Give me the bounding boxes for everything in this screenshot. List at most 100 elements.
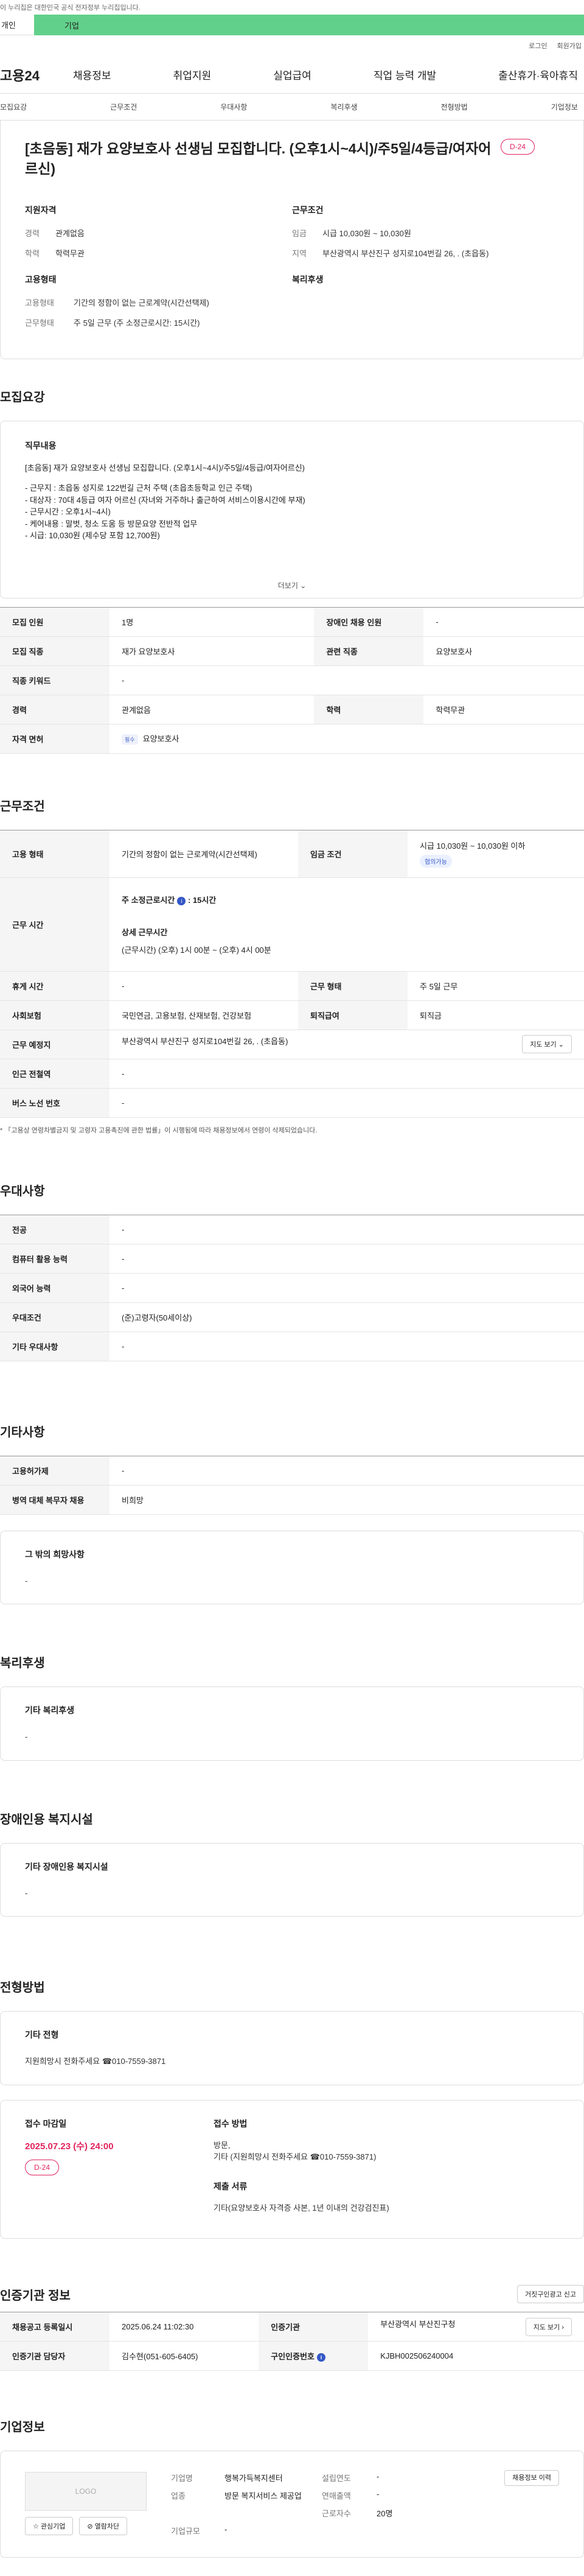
history-button[interactable]: 채용정보 이력 — [504, 2470, 559, 2487]
table-header: 채용공고 등록일시 — [0, 2312, 109, 2342]
etc-table: 고용허가제 - 병역 대체 복무자 채용 비희망 — [0, 1455, 584, 1515]
qual-value: 학력무관 — [55, 248, 85, 258]
box-title: 기타 장애인용 복지시설 — [25, 1861, 108, 1872]
section-prefer-title: 우대사항 — [0, 1184, 45, 1198]
table-header: 컴퓨터 활용 능력 — [0, 1244, 109, 1274]
table-cell: - — [109, 1214, 584, 1244]
box-title: 기타 복리후생 — [25, 1705, 75, 1716]
table-header: 외국어 능력 — [0, 1273, 109, 1303]
dday-badge: D-24 — [25, 2159, 60, 2175]
table-cell: - — [109, 1332, 584, 1361]
cond-value: 시급 10,030원 ~ 10,030원 — [322, 228, 411, 238]
welfare-heading: 복리후생 — [292, 274, 324, 284]
box-value: 지원희망시 전화주세요 ☎010-7559-3871 — [25, 2057, 166, 2066]
tab-company[interactable]: 기업 — [34, 15, 584, 35]
screening-box: 기타 전형 지원희망시 전화주세요 ☎010-7559-3871 — [0, 2011, 584, 2085]
anchor-recruit[interactable]: 모집요강 — [0, 102, 27, 112]
table-cell: 2025.06.24 11:02:30 — [109, 2312, 259, 2342]
job-title: [초음동] 재가 요양보호사 선생님 모집합니다. (오후1시~4시)/주5일/… — [25, 141, 492, 177]
method-line: 방문, — [214, 2140, 231, 2150]
duty-line: - 대상자 : 70대 4등급 여자 어르신 (자녀와 거주하나 출근하여 서비… — [25, 495, 305, 505]
gnb-support[interactable]: 취업지원 — [173, 67, 212, 82]
info-icon[interactable]: i — [177, 896, 186, 905]
section-work-title: 근무조건 — [0, 799, 45, 813]
anchor-welfare[interactable]: 복리후생 — [330, 102, 357, 112]
gnb-training[interactable]: 직업 능력 개발 — [374, 67, 436, 82]
box-value: - — [25, 1732, 28, 1742]
table-cell: 주 소정근로시간 i : 15시간 상세 근무시간 (근무시간) (오후) 1시 … — [109, 877, 584, 972]
prefer-table: 전공 - 컴퓨터 활용 능력 - 외국어 능력 - 우대조건 (준)고령자(50세이상)… — [0, 1214, 584, 1361]
duty-box: 직무내용 [초음동] 재가 요양보호사 선생님 모집합니다. (오후1시~4시)… — [0, 420, 584, 573]
table-cell: 필수 요양보호사 — [109, 724, 584, 754]
table-header: 고용 형태 — [0, 829, 109, 878]
anchor-company[interactable]: 기업정보 — [551, 102, 578, 112]
table-cell: 시급 10,030원 ~ 10,030원 이하 협의가능 — [408, 829, 584, 878]
table-cell: - — [109, 665, 584, 695]
emp-key: 고용형태 — [25, 298, 54, 307]
section-etc-title: 기타사항 — [0, 1425, 45, 1439]
table-header: 기타 우대사항 — [0, 1332, 109, 1361]
emp-key: 근무형태 — [25, 318, 54, 328]
emp-value: 기간의 정함이 없는 근로계약(시간선택제) — [74, 298, 209, 307]
company-key: 연매출액 — [322, 2491, 351, 2501]
table-header: 인증기관 담당자 — [0, 2341, 109, 2371]
util-links: 로그인 회원가입 — [0, 35, 584, 56]
table-header: 관련 직종 — [314, 636, 424, 666]
anchor-prefer[interactable]: 우대사항 — [220, 102, 247, 112]
table-header: 휴게 시간 — [0, 971, 109, 1001]
table-cell: 국민연금, 고용보험, 산재보험, 건강보험 — [109, 1000, 298, 1030]
company-key: 설립연도 — [322, 2474, 351, 2483]
table-header: 근무 형태 — [298, 971, 408, 1001]
report-button[interactable]: 거짓구인광고 신고 — [516, 2285, 584, 2304]
anchor-work[interactable]: 근무조건 — [110, 102, 137, 112]
emp-heading: 고용형태 — [25, 274, 57, 284]
table-header: 자격 면허 — [0, 724, 109, 754]
table-cell: 주 5일 근무 — [408, 971, 584, 1001]
emp-value: 주 5일 근무 (주 소정근로시간: 15시간) — [74, 318, 200, 328]
global-nav: 고용24 채용정보 취업지원 실업급여 직업 능력 개발 출산휴가·육아휴직 — [0, 56, 584, 94]
table-header: 고용허가제 — [0, 1455, 109, 1486]
box-value: - — [25, 1576, 28, 1585]
anchor-screening[interactable]: 전형방법 — [441, 102, 468, 112]
table-cell: - — [423, 606, 584, 637]
etc-hope-box: 그 밖의 희망사항 - — [0, 1530, 584, 1605]
method-line: 기타 (지원희망시 전화주세요 ☎010-7559-3871) — [214, 2152, 377, 2162]
gnb-benefit[interactable]: 실업급여 — [273, 67, 311, 82]
company-value: 20명 — [377, 2509, 393, 2519]
agency-name: 부산광역시 부산진구청 — [380, 2319, 456, 2329]
table-cell: - — [109, 971, 298, 1001]
more-button[interactable]: 더보기 ⌄ — [0, 572, 584, 598]
table-cell: 학력무관 — [423, 695, 584, 725]
week-hours-label: 주 소정근로시간 — [122, 895, 175, 905]
table-cell: - — [109, 1088, 584, 1118]
table-cell: - — [109, 1244, 584, 1274]
login-link[interactable]: 로그인 — [529, 41, 547, 51]
section-anchor-nav: 모집요강 근무조건 우대사항 복리후생 전형방법 기업정보 — [0, 94, 584, 121]
map-view-button[interactable]: 지도 보기 ⌄ — [522, 1035, 572, 1054]
tab-personal[interactable]: 개인 — [0, 15, 34, 35]
section-welfare-title: 복리후생 — [0, 1657, 45, 1671]
table-header: 모집 직종 — [0, 636, 109, 666]
duty-line: - 시급: 10,030원 (제수당 포함 12,700원) — [25, 531, 160, 541]
company-value: 행복가득복지센터 — [224, 2474, 283, 2483]
detail-hours-label: 상세 근무시간 — [122, 927, 168, 937]
wage-value: 시급 10,030원 ~ 10,030원 이하 — [420, 841, 526, 851]
section-screening-title: 전형방법 — [0, 1981, 45, 1995]
company-logo: LOGO — [25, 2472, 147, 2511]
user-type-tabs: 개인 기업 — [0, 15, 584, 35]
docs-value: 기타(요양보호사 자격증 사본, 1년 이내의 건강검진표) — [214, 2203, 389, 2213]
signup-link[interactable]: 회원가입 — [557, 41, 582, 51]
block-button[interactable]: ⊘ 열람차단 — [79, 2517, 128, 2536]
gnb-leave[interactable]: 출산휴가·육아휴직 — [498, 67, 578, 82]
site-logo[interactable]: 고용24 — [0, 65, 73, 85]
gnb-jobs[interactable]: 채용정보 — [73, 67, 111, 82]
table-cell: 1명 — [109, 606, 315, 637]
section-disabled-title: 장애인용 복지시설 — [0, 1813, 93, 1827]
table-header: 버스 노선 번호 — [0, 1088, 109, 1118]
qual-key: 경력 — [25, 228, 40, 238]
favorite-button[interactable]: ☆ 관심기업 — [25, 2517, 74, 2536]
info-icon[interactable]: i — [316, 2353, 325, 2362]
workplace-address: 부산광역시 부산진구 성지로104번길 26, . (초읍동) — [122, 1037, 288, 1047]
map-view-button[interactable]: 지도 보기 › — [525, 2317, 572, 2336]
company-box: LOGO ☆ 관심기업 ⊘ 열람차단 기업명 행복가득복지센터 설립연도 - 업종 방문… — [0, 2451, 584, 2558]
